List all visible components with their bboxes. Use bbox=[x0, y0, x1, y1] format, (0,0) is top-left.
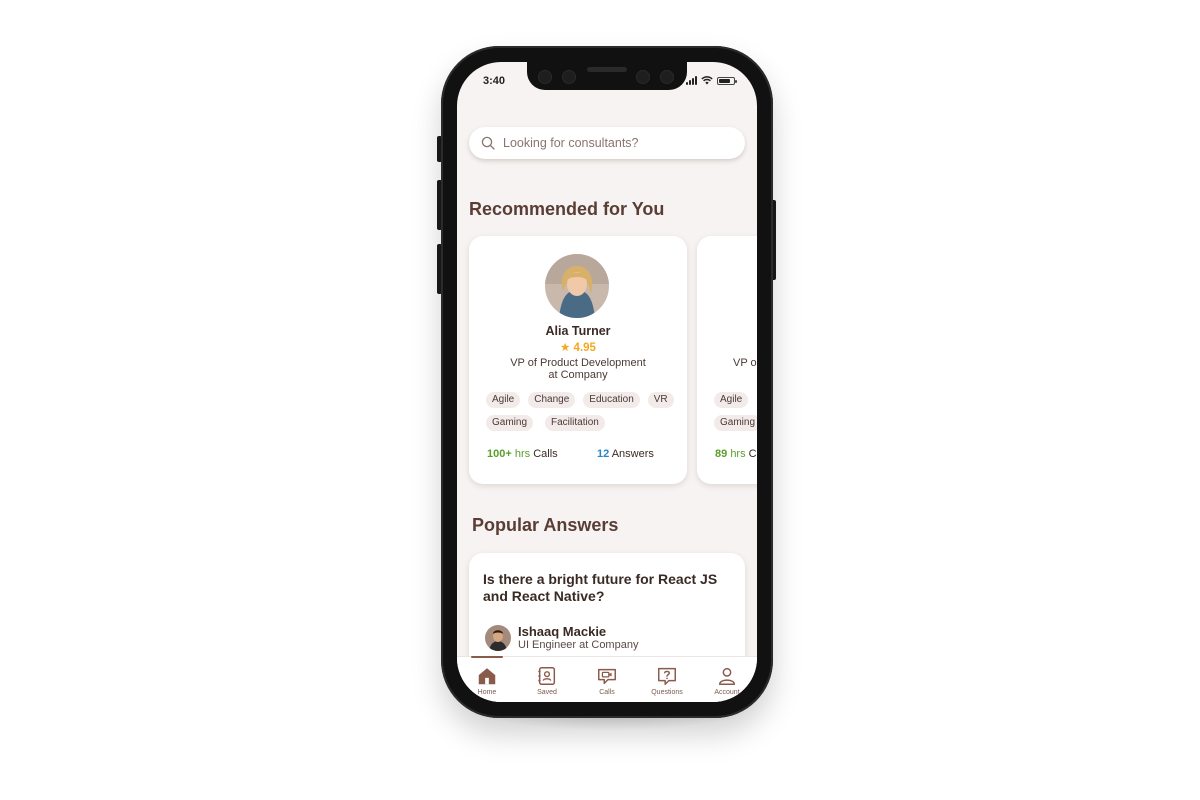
tab-account[interactable]: Account bbox=[699, 659, 755, 702]
calls-label: C bbox=[748, 448, 757, 460]
bottom-tab-bar: Home Saved Calls Questions Account bbox=[457, 656, 757, 702]
search-bar[interactable] bbox=[469, 127, 745, 159]
status-time: 3:40 bbox=[483, 75, 506, 87]
question-text: Is there a bright future for React JS an… bbox=[483, 571, 718, 604]
tab-home[interactable]: Home bbox=[459, 656, 515, 702]
consultant-card[interactable]: Alia Turner ★ 4.95 VP of Product Develop… bbox=[469, 236, 687, 484]
tab-questions[interactable]: Questions bbox=[639, 659, 695, 702]
phone-frame: 3:40 Looking for consultants? Recommende… bbox=[441, 46, 773, 718]
saved-icon bbox=[538, 667, 556, 685]
status-icons bbox=[686, 76, 737, 85]
answers-label: Answers bbox=[611, 448, 654, 460]
tag-chip[interactable]: Agile bbox=[486, 392, 521, 408]
tab-label: Home bbox=[477, 689, 497, 696]
author-name: Ishaaq Mackie bbox=[518, 624, 607, 639]
consultant-name: Alia Turner bbox=[545, 324, 611, 338]
tag-chip[interactable]: Education bbox=[583, 392, 640, 408]
battery-icon bbox=[717, 77, 737, 85]
author-role: UI Engineer at Company bbox=[518, 639, 639, 651]
tag-chip[interactable]: Facilitation bbox=[545, 415, 605, 431]
sensor-dot-2 bbox=[637, 71, 649, 83]
front-camera bbox=[563, 71, 575, 83]
consultant-card-partial[interactable]: VP o Agile Gaming 89 hrs C bbox=[697, 236, 757, 484]
tab-saved[interactable]: Saved bbox=[519, 659, 575, 702]
consultant-tags-partial: Agile Gaming bbox=[714, 392, 757, 431]
phone-screen: 3:40 Looking for consultants? Recommende… bbox=[457, 62, 757, 702]
calls-hours-unit: hrs bbox=[514, 448, 531, 460]
consultant-stats-partial: 89 hrs C bbox=[715, 448, 757, 460]
answers-stat: 12 Answers bbox=[597, 448, 654, 460]
consultant-avatar bbox=[545, 254, 609, 318]
tag-chip[interactable]: Change bbox=[528, 392, 576, 408]
search-icon bbox=[481, 136, 495, 150]
answers-count: 12 bbox=[597, 448, 610, 460]
calls-label: Calls bbox=[533, 448, 558, 460]
calls-hours-value: 100+ bbox=[487, 448, 512, 460]
home-icon bbox=[478, 668, 496, 685]
consultant-tags: Agile Change Education VR Gaming Facilit… bbox=[486, 392, 676, 431]
tag-chip[interactable]: Gaming bbox=[486, 415, 534, 431]
consultant-title-line1: VP of Product Development bbox=[510, 357, 646, 369]
tag-chip[interactable]: VR bbox=[647, 392, 674, 408]
tab-calls[interactable]: Calls bbox=[579, 659, 635, 702]
questions-icon bbox=[658, 667, 676, 685]
speaker-grille bbox=[587, 67, 627, 72]
tag-chip[interactable]: Gaming bbox=[714, 415, 757, 431]
consultant-rating: ★ 4.95 bbox=[560, 342, 596, 354]
tab-label: Calls bbox=[599, 689, 615, 696]
consultant-stats: 100+ hrs Calls 12 Answers bbox=[487, 448, 673, 460]
consultant-title: VP of Product Development at Company bbox=[493, 357, 663, 381]
consultant-title-partial: VP o bbox=[733, 357, 757, 369]
sensor-dot bbox=[539, 71, 551, 83]
popular-section-title: Popular Answers bbox=[472, 515, 619, 535]
signal-icon bbox=[686, 76, 697, 85]
tag-chip[interactable]: Agile bbox=[714, 392, 749, 408]
author-avatar bbox=[485, 625, 511, 651]
wifi-icon bbox=[701, 76, 713, 85]
calls-hours-unit: hrs bbox=[730, 448, 746, 460]
tab-label: Account bbox=[714, 689, 740, 696]
search-input[interactable] bbox=[503, 136, 723, 150]
sensor-dot-3 bbox=[661, 71, 673, 83]
tab-label: Saved bbox=[537, 689, 557, 696]
consultant-title-line2: at Company bbox=[548, 369, 608, 381]
recommended-section-title: Recommended for You bbox=[469, 199, 665, 219]
calls-icon bbox=[598, 668, 616, 685]
tab-label: Questions bbox=[651, 689, 683, 696]
account-icon bbox=[718, 667, 736, 685]
calls-hours-value: 89 bbox=[715, 448, 728, 460]
camera-notch bbox=[527, 62, 687, 90]
